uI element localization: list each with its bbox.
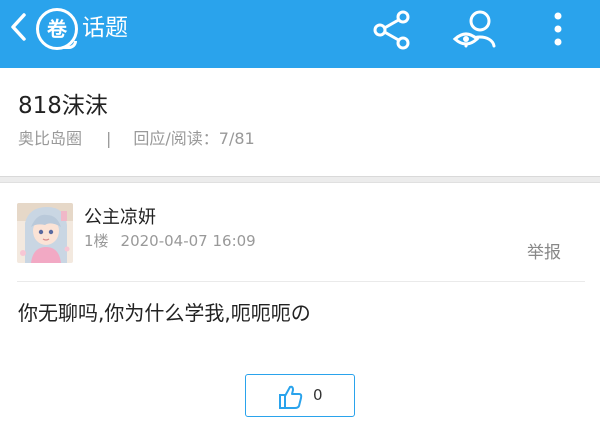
post-meta: 奥比岛圈 | 回应/阅读：7/81 [18,125,255,149]
more-vertical-icon [554,12,562,46]
floor-number: 1楼 [84,232,109,250]
user-eye-icon [452,10,496,48]
reply-author[interactable]: 公主凉妍 [84,203,156,229]
circle-link[interactable]: 奥比岛圈 [18,129,82,148]
meta-separator: | [106,129,112,148]
reply-read-stats: 回应/阅读：7/81 [133,129,255,148]
reply-content: 你无聊吗,你为什么学我,呃呃呃の [18,301,311,325]
like-count: 0 [313,386,323,404]
app-logo: 卷 [36,8,78,50]
reply-date: 2020-04-07 16:09 [120,232,256,250]
chevron-left-icon [11,13,26,41]
thumbs-up-icon [279,385,303,409]
share-button[interactable] [370,8,414,52]
user-view-button[interactable] [452,8,500,52]
post-title: 818沫沫 [18,93,108,119]
report-button[interactable]: 举报 [527,238,561,263]
top-bar: 卷 话题 [0,0,600,68]
reply-floor-date: 1楼 2020-04-07 16:09 [84,230,256,251]
avatar[interactable] [17,203,73,263]
logo-tail [63,41,77,49]
more-button[interactable] [546,8,570,52]
reply-divider [17,281,585,282]
share-icon [373,10,410,50]
page-title: 话题 [82,15,128,41]
back-button[interactable] [6,10,34,44]
logo-text: 卷 [47,17,67,41]
anime-avatar-image [17,203,73,263]
section-divider [0,176,600,183]
like-button[interactable]: 0 [245,374,355,417]
